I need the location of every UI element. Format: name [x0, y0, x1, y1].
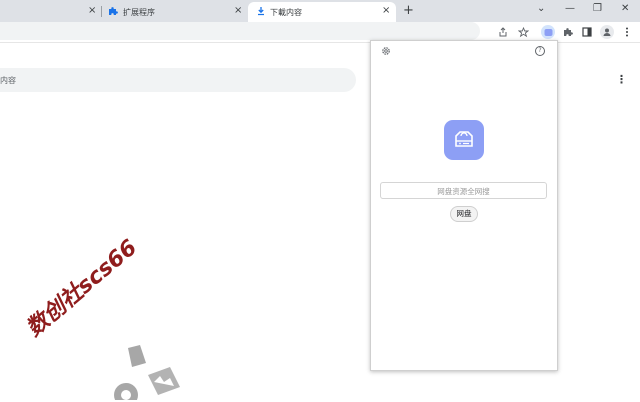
new-tab-button[interactable]: + — [403, 3, 414, 18]
search-placeholder: 网盘资源全网搜 — [437, 187, 490, 196]
page-menu-button[interactable]: ⋮ — [616, 74, 627, 85]
help-icon[interactable]: ? — [535, 46, 545, 56]
search-placeholder: 内容 — [0, 76, 16, 85]
downloads-search-input[interactable]: 内容 — [0, 68, 356, 92]
tab-title: 扩展程序 — [123, 8, 155, 17]
partial-tab-close-button[interactable]: × — [88, 5, 96, 16]
minimize-button[interactable]: — — [565, 3, 575, 14]
menu-kebab-icon[interactable] — [621, 26, 633, 38]
cloud-drive-icon — [444, 120, 484, 160]
extensions-puzzle-icon[interactable] — [562, 26, 574, 38]
puzzle-icon — [108, 6, 118, 16]
decorative-file-icons — [108, 340, 188, 402]
gear-icon[interactable] — [381, 46, 391, 59]
restore-button[interactable]: ❐ — [593, 3, 602, 14]
tab-extensions[interactable]: 扩展程序 × — [102, 2, 246, 22]
tab-search-dropdown-button[interactable]: ⌄ — [537, 3, 545, 14]
profile-icon[interactable] — [600, 25, 614, 39]
netdisk-chip-button[interactable]: 网盘 — [450, 206, 478, 222]
download-icon — [256, 6, 266, 16]
side-panel-icon[interactable] — [581, 26, 593, 38]
extension-active-icon[interactable] — [541, 25, 555, 39]
browser-toolbar — [0, 22, 640, 42]
bookmark-star-icon[interactable] — [517, 26, 529, 38]
address-bar[interactable] — [0, 22, 480, 40]
tab-close-button[interactable]: × — [234, 5, 242, 16]
tab-title: 下載内容 — [270, 8, 302, 17]
extension-popup: ? 网盘资源全网搜 网盘 — [370, 40, 558, 371]
tab-downloads[interactable]: 下載内容 × — [248, 2, 396, 22]
tab-strip: × 扩展程序 × 下載内容 × + ⌄ — ❐ ✕ — [0, 0, 640, 22]
share-icon[interactable] — [497, 26, 509, 38]
close-window-button[interactable]: ✕ — [621, 3, 629, 14]
tab-close-button[interactable]: × — [382, 5, 390, 16]
watermark-text: 数创社scs66 — [21, 235, 143, 342]
search-input[interactable]: 网盘资源全网搜 — [380, 182, 547, 199]
